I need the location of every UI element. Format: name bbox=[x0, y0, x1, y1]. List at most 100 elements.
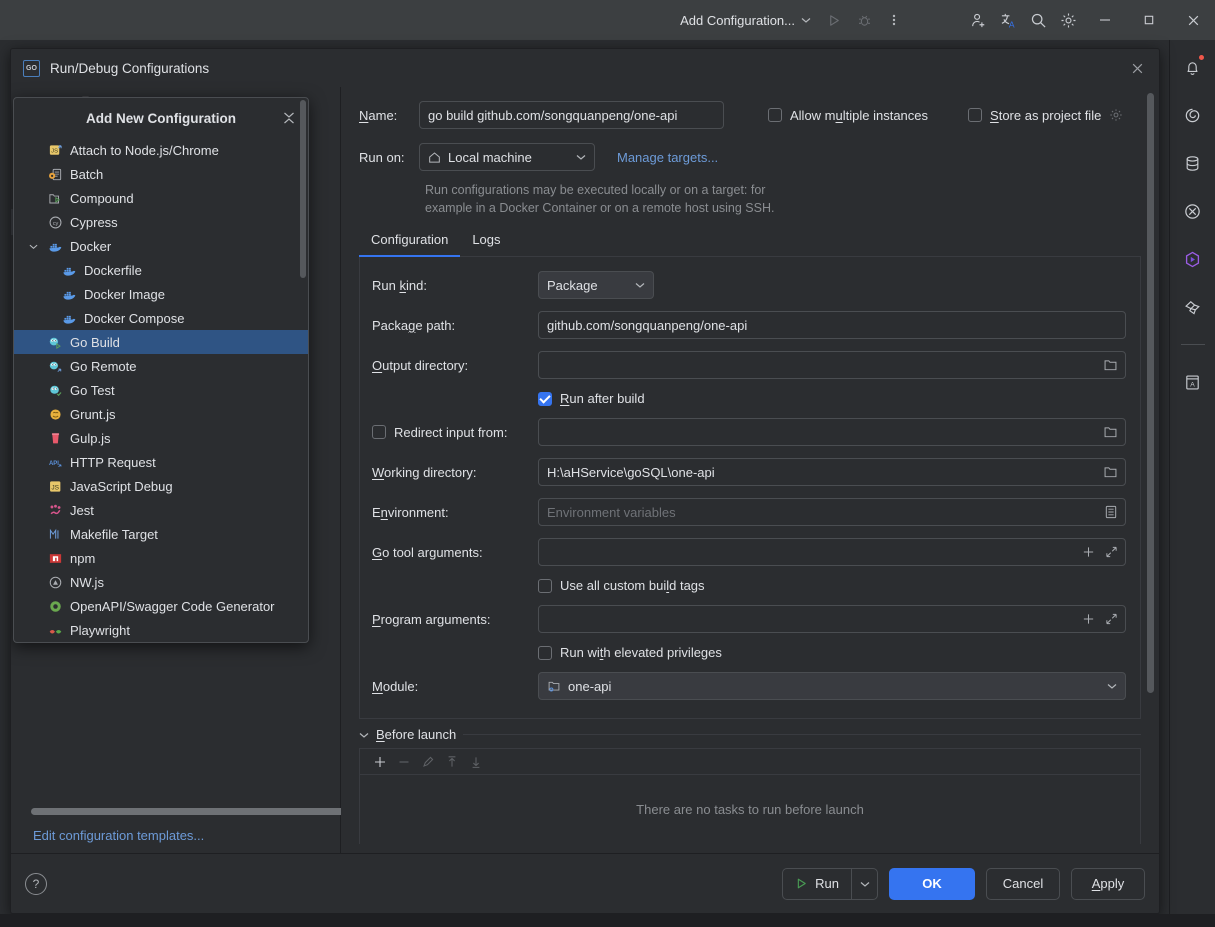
run-button[interactable]: Run bbox=[783, 869, 851, 899]
run-kind-control: Package bbox=[538, 271, 1126, 299]
store-as-project-file-checkbox-wrap[interactable]: Store as project file bbox=[968, 108, 1123, 123]
chevron-down-icon[interactable] bbox=[359, 730, 369, 740]
config-type-item[interactable]: Grunt.js bbox=[14, 402, 308, 426]
config-type-item[interactable]: Docker bbox=[14, 234, 308, 258]
edit-configuration-templates-link[interactable]: Edit configuration templates... bbox=[33, 828, 204, 843]
search-icon[interactable] bbox=[1023, 5, 1053, 35]
name-input[interactable] bbox=[419, 101, 724, 129]
tab-logs[interactable]: Logs bbox=[460, 225, 512, 256]
move-up-button[interactable] bbox=[442, 752, 462, 772]
plus-icon[interactable] bbox=[1082, 546, 1095, 559]
window-close-button[interactable] bbox=[1171, 0, 1215, 40]
config-type-item[interactable]: Docker Image bbox=[14, 282, 308, 306]
run-on-dropdown[interactable]: Local machine bbox=[419, 143, 595, 171]
manage-targets-link[interactable]: Manage targets... bbox=[617, 150, 718, 165]
help-button[interactable]: ? bbox=[25, 873, 47, 895]
run-after-build-checkbox-wrap[interactable]: Run after build bbox=[538, 391, 1126, 406]
translate-icon[interactable]: A bbox=[993, 5, 1023, 35]
database-icon[interactable] bbox=[1178, 148, 1208, 178]
working-directory-input[interactable] bbox=[538, 458, 1126, 486]
package-path-input[interactable] bbox=[538, 311, 1126, 339]
svg-text:API: API bbox=[48, 460, 58, 466]
config-type-item[interactable]: APIHTTP Request bbox=[14, 450, 308, 474]
config-type-item[interactable]: Jest bbox=[14, 498, 308, 522]
config-type-item[interactable]: Go Test bbox=[14, 378, 308, 402]
config-type-item[interactable]: NW.js bbox=[14, 570, 308, 594]
allow-multiple-instances-checkbox-wrap[interactable]: Allow multiple instances bbox=[768, 108, 928, 123]
debug-button[interactable] bbox=[849, 5, 879, 35]
gear-icon[interactable] bbox=[1109, 108, 1123, 122]
config-type-item[interactable]: cyCypress bbox=[14, 210, 308, 234]
before-launch-header[interactable]: Before launch bbox=[359, 719, 1141, 748]
config-type-item[interactable]: Gulp.js bbox=[14, 426, 308, 450]
config-type-item[interactable]: Docker Compose bbox=[14, 306, 308, 330]
config-type-item[interactable]: Go Build bbox=[14, 330, 308, 354]
configurations-horizontal-scrollbar[interactable] bbox=[31, 808, 347, 815]
run-kind-dropdown[interactable]: Package bbox=[538, 271, 654, 299]
ai-assistant-icon[interactable] bbox=[1178, 100, 1208, 130]
origami-icon[interactable] bbox=[1178, 292, 1208, 322]
plugin-cube-icon[interactable] bbox=[1178, 244, 1208, 274]
run-after-build-checkbox[interactable] bbox=[538, 392, 552, 406]
apply-button[interactable]: Apply bbox=[1071, 868, 1145, 900]
dialog-close-button[interactable] bbox=[1123, 55, 1151, 81]
config-type-item[interactable]: npm bbox=[14, 546, 308, 570]
add-user-icon[interactable] bbox=[963, 5, 993, 35]
module-dropdown[interactable]: one-api bbox=[538, 672, 1126, 700]
edit-task-button[interactable] bbox=[418, 752, 438, 772]
run-dropdown-arrow[interactable] bbox=[851, 869, 877, 899]
add-task-button[interactable] bbox=[370, 752, 390, 772]
config-type-item[interactable]: Compound bbox=[14, 186, 308, 210]
notifications-icon[interactable] bbox=[1178, 52, 1208, 82]
output-directory-input[interactable] bbox=[538, 351, 1126, 379]
store-as-project-file-checkbox[interactable] bbox=[968, 108, 982, 122]
move-down-button[interactable] bbox=[466, 752, 486, 772]
gradle-x-icon[interactable] bbox=[1178, 196, 1208, 226]
configuration-editor-scrollbar[interactable] bbox=[1147, 93, 1154, 693]
config-type-item[interactable]: Makefile Target bbox=[14, 522, 308, 546]
plus-icon[interactable] bbox=[1082, 613, 1095, 626]
use-custom-build-tags-checkbox-wrap[interactable]: Use all custom build tags bbox=[538, 578, 1126, 593]
gear-icon[interactable] bbox=[1053, 5, 1083, 35]
run-button[interactable] bbox=[819, 5, 849, 35]
expand-icon[interactable] bbox=[1105, 546, 1118, 559]
expand-icon[interactable] bbox=[1105, 613, 1118, 626]
config-type-item[interactable]: Go Remote bbox=[14, 354, 308, 378]
redirect-input-checkbox-wrap[interactable]: Redirect input from: bbox=[372, 425, 507, 440]
folder-icon[interactable] bbox=[1103, 358, 1118, 373]
config-type-item[interactable]: Dockerfile bbox=[14, 258, 308, 282]
use-custom-build-tags-checkbox[interactable] bbox=[538, 579, 552, 593]
tree-indent bbox=[26, 407, 40, 421]
window-minimize-button[interactable] bbox=[1083, 0, 1127, 40]
redirect-input-field[interactable] bbox=[538, 418, 1126, 446]
svg-text:JS: JS bbox=[51, 484, 59, 491]
elevated-privileges-checkbox-wrap[interactable]: Run with elevated privileges bbox=[538, 645, 1126, 660]
allow-multiple-instances-checkbox[interactable] bbox=[768, 108, 782, 122]
chevron-down-icon[interactable] bbox=[26, 239, 40, 253]
config-type-item[interactable]: Playwright bbox=[14, 618, 308, 642]
config-type-item[interactable]: JSJavaScript Debug bbox=[14, 474, 308, 498]
tree-indent bbox=[26, 335, 40, 349]
translation-book-icon[interactable]: A bbox=[1178, 367, 1208, 397]
redirect-input-checkbox[interactable] bbox=[372, 425, 386, 439]
run-configuration-selector[interactable]: Add Configuration... bbox=[672, 9, 819, 32]
environment-input[interactable] bbox=[538, 498, 1126, 526]
collapse-icon[interactable] bbox=[280, 109, 298, 127]
elevated-privileges-checkbox[interactable] bbox=[538, 646, 552, 660]
add-popup-list[interactable]: JSAttach to Node.js/ChromeBatchCompoundc… bbox=[14, 138, 308, 642]
config-type-item[interactable]: Batch bbox=[14, 162, 308, 186]
program-arguments-input[interactable] bbox=[538, 605, 1126, 633]
folder-icon[interactable] bbox=[1103, 425, 1118, 440]
window-maximize-button[interactable] bbox=[1127, 0, 1171, 40]
config-type-item[interactable]: JSAttach to Node.js/Chrome bbox=[14, 138, 308, 162]
more-vertical-icon[interactable] bbox=[879, 5, 909, 35]
config-type-item[interactable]: OpenAPI/Swagger Code Generator bbox=[14, 594, 308, 618]
list-icon[interactable] bbox=[1104, 505, 1118, 520]
go-tool-arguments-input[interactable] bbox=[538, 538, 1126, 566]
remove-task-button[interactable] bbox=[394, 752, 414, 772]
tab-configuration[interactable]: Configuration bbox=[359, 225, 460, 256]
folder-icon[interactable] bbox=[1103, 465, 1118, 480]
ok-button[interactable]: OK bbox=[889, 868, 975, 900]
add-popup-scrollbar[interactable] bbox=[300, 100, 306, 278]
cancel-button[interactable]: Cancel bbox=[986, 868, 1060, 900]
